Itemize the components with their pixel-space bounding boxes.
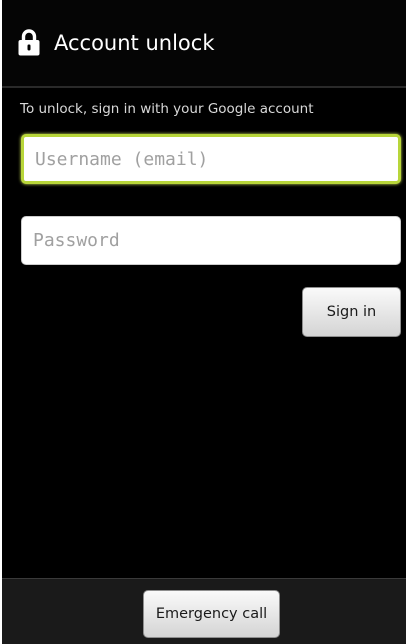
page-title: Account unlock (54, 31, 215, 55)
password-field[interactable] (21, 216, 401, 265)
emergency-call-button[interactable]: Emergency call (143, 590, 280, 638)
title-divider (2, 86, 406, 88)
lock-icon (18, 28, 40, 56)
title-bar: Account unlock (2, 0, 406, 88)
sign-in-button[interactable]: Sign in (302, 287, 401, 337)
account-unlock-screen: Account unlock To unlock, sign in with y… (2, 0, 406, 644)
instructions-text: To unlock, sign in with your Google acco… (20, 101, 314, 117)
username-field[interactable] (21, 134, 401, 184)
